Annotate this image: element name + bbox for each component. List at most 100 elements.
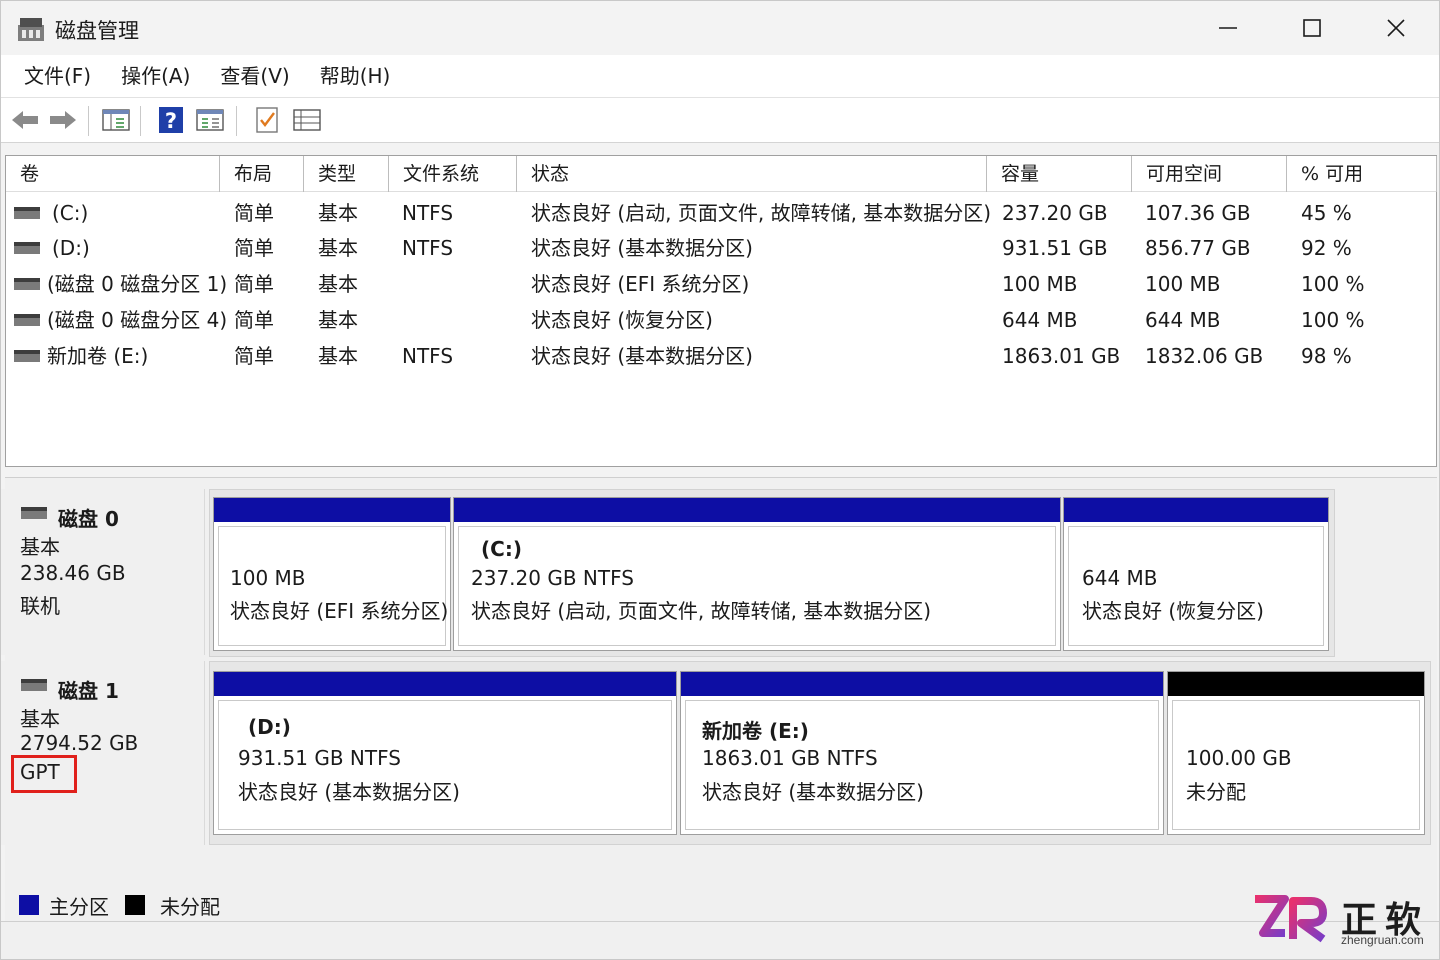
- column-header-capacity[interactable]: 容量: [987, 156, 1132, 192]
- menu-help[interactable]: 帮助(H): [305, 55, 406, 97]
- disk-kind: 基本: [20, 535, 60, 559]
- partition-size: 931.51 GB NTFS: [238, 746, 401, 770]
- disk-size: 2794.52 GB: [20, 731, 139, 755]
- partition-status: 未分配: [1186, 780, 1246, 804]
- svg-text:?: ?: [165, 109, 177, 133]
- primary-partition-bar: [681, 672, 1163, 696]
- partition-status: 状态良好 (EFI 系统分区): [230, 599, 449, 623]
- volume-row[interactable]: (磁盘 0 磁盘分区 4) 简单 基本 状态良好 (恢复分区) 644 MB 6…: [6, 302, 1436, 338]
- volume-drive-icon: [14, 278, 40, 290]
- volume-row[interactable]: (D:) 简单 基本 NTFS 状态良好 (基本数据分区) 931.51 GB …: [6, 230, 1436, 266]
- volume-drive-icon: [14, 242, 40, 254]
- minimize-button[interactable]: [1185, 1, 1271, 55]
- volume-free-space: 644 MB: [1145, 308, 1221, 332]
- checklist-icon: [256, 107, 278, 133]
- title-bar: 磁盘管理: [1, 1, 1439, 55]
- volume-free-space: 856.77 GB: [1145, 236, 1251, 260]
- back-button[interactable]: [9, 104, 41, 136]
- volume-name: 新加卷 (E:): [47, 344, 149, 368]
- close-button[interactable]: [1353, 1, 1439, 55]
- disk-drive-icon: [21, 679, 47, 691]
- partition-label: (D:): [248, 715, 291, 739]
- partition-efi[interactable]: 100 MB 状态良好 (EFI 系统分区): [213, 497, 451, 651]
- partition-size: 1863.01 GB NTFS: [702, 746, 878, 770]
- partition-e[interactable]: 新加卷 (E:) 1863.01 GB NTFS 状态良好 (基本数据分区): [680, 671, 1164, 835]
- volume-row[interactable]: (C:) 简单 基本 NTFS 状态良好 (启动, 页面文件, 故障转储, 基本…: [6, 195, 1436, 231]
- volume-status: 状态良好 (基本数据分区): [531, 236, 753, 260]
- partition-label: (C:): [481, 537, 522, 561]
- status-bar: [1, 921, 1439, 959]
- unallocated-bar: [1168, 672, 1424, 696]
- partition-size: 644 MB: [1082, 566, 1158, 590]
- back-arrow-icon: [12, 111, 38, 129]
- menu-action[interactable]: 操作(A): [106, 55, 205, 97]
- disk-0-label-panel[interactable]: 磁盘 0 基本 238.46 GB 联机: [1, 489, 205, 655]
- volume-free-space: 1832.06 GB: [1145, 344, 1264, 368]
- gpt-highlight-box: [11, 755, 77, 793]
- volume-row[interactable]: 新加卷 (E:) 简单 基本 NTFS 状态良好 (基本数据分区) 1863.0…: [6, 338, 1436, 374]
- properties-button[interactable]: [194, 104, 226, 136]
- column-header-type[interactable]: 类型: [304, 156, 389, 192]
- volume-status: 状态良好 (EFI 系统分区): [531, 272, 750, 296]
- close-icon: [1387, 19, 1405, 37]
- legend-swatch-unallocated: [125, 895, 145, 915]
- volume-layout: 简单: [234, 201, 274, 225]
- volume-filesystem: NTFS: [402, 344, 454, 368]
- disk-size: 238.46 GB: [20, 561, 126, 585]
- volume-status: 状态良好 (基本数据分区): [531, 344, 753, 368]
- volume-type: 基本: [318, 236, 358, 260]
- volume-free-space: 100 MB: [1145, 272, 1221, 296]
- column-header-percent-free[interactable]: % 可用: [1287, 156, 1437, 192]
- show-console-tree-button[interactable]: [100, 104, 132, 136]
- primary-partition-bar: [454, 498, 1060, 522]
- volume-drive-icon: [14, 314, 40, 326]
- volume-layout: 简单: [234, 236, 274, 260]
- volume-free-space: 107.36 GB: [1145, 201, 1251, 225]
- list-view-button[interactable]: [291, 104, 323, 136]
- column-header-status[interactable]: 状态: [517, 156, 987, 192]
- partition-size: 100.00 GB: [1186, 746, 1292, 770]
- help-icon: ?: [159, 107, 183, 133]
- column-header-free-space[interactable]: 可用空间: [1132, 156, 1287, 192]
- forward-arrow-icon: [50, 111, 76, 129]
- maximize-button[interactable]: [1269, 1, 1355, 55]
- primary-partition-bar: [214, 672, 676, 696]
- checklist-button[interactable]: [251, 104, 283, 136]
- volume-capacity: 100 MB: [1002, 272, 1078, 296]
- console-tree-icon: [102, 109, 130, 131]
- toolbar-separator: [88, 106, 89, 136]
- volume-type: 基本: [318, 308, 358, 332]
- partition-d[interactable]: (D:) 931.51 GB NTFS 状态良好 (基本数据分区): [213, 671, 677, 835]
- volume-status: 状态良好 (启动, 页面文件, 故障转储, 基本数据分区): [531, 201, 992, 225]
- column-header-volume[interactable]: 卷: [6, 156, 220, 192]
- volume-status: 状态良好 (恢复分区): [531, 308, 713, 332]
- volume-name: (磁盘 0 磁盘分区 4): [47, 308, 228, 332]
- volume-capacity: 931.51 GB: [1002, 236, 1108, 260]
- partition-c[interactable]: (C:) 237.20 GB NTFS 状态良好 (启动, 页面文件, 故障转储…: [453, 497, 1061, 651]
- partition-status: 状态良好 (启动, 页面文件, 故障转储, 基本数据分区): [471, 599, 932, 623]
- zhengruan-watermark: 正软 zhengruan.com: [1251, 889, 1431, 949]
- volume-row[interactable]: (磁盘 0 磁盘分区 1) 简单 基本 状态良好 (EFI 系统分区) 100 …: [6, 266, 1436, 302]
- watermark-url: zhengruan.com: [1341, 933, 1424, 947]
- disk-1-label-panel[interactable]: 磁盘 1 基本 2794.52 GB GPT: [1, 661, 205, 845]
- column-header-layout[interactable]: 布局: [220, 156, 304, 192]
- volume-list[interactable]: 卷 布局 类型 文件系统 状态 容量 可用空间 % 可用 (C:) 简单 基本 …: [5, 155, 1437, 467]
- column-header-filesystem[interactable]: 文件系统: [389, 156, 517, 192]
- menu-file[interactable]: 文件(F): [9, 55, 106, 97]
- unallocated-space[interactable]: 100.00 GB 未分配: [1167, 671, 1425, 835]
- help-button[interactable]: ?: [155, 104, 187, 136]
- forward-button[interactable]: [47, 104, 79, 136]
- partition-recovery[interactable]: 644 MB 状态良好 (恢复分区): [1063, 497, 1329, 651]
- menu-view[interactable]: 查看(V): [205, 55, 304, 97]
- primary-partition-bar: [1064, 498, 1328, 522]
- partition-size: 237.20 GB NTFS: [471, 566, 634, 590]
- disk-kind: 基本: [20, 707, 60, 731]
- zr-logo-icon: [1255, 895, 1327, 943]
- volume-type: 基本: [318, 201, 358, 225]
- partition-status: 状态良好 (基本数据分区): [702, 780, 924, 804]
- properties-icon: [196, 109, 224, 131]
- volume-name: (D:): [52, 236, 90, 260]
- volume-layout: 简单: [234, 308, 274, 332]
- partition-size: 100 MB: [230, 566, 306, 590]
- disk-management-window: 磁盘管理 文件(F) 操作(A) 查看(V) 帮助(H) ? 卷 布局 类型 文…: [0, 0, 1440, 960]
